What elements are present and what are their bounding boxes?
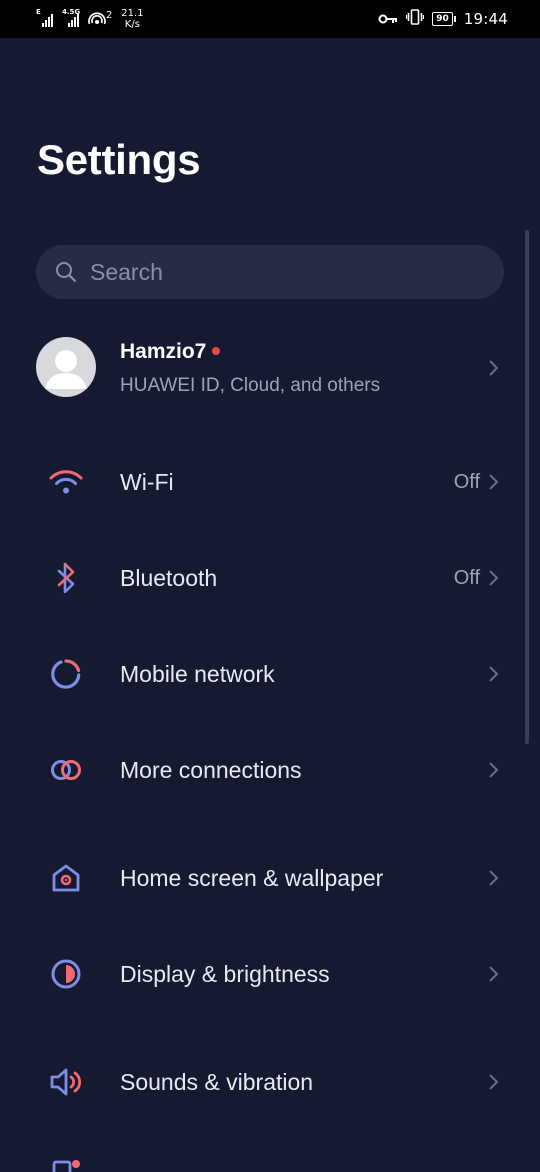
chevron-right-icon (489, 1074, 499, 1090)
bluetooth-icon (48, 562, 84, 594)
sound-icon (48, 1066, 84, 1098)
chevron-right-icon (489, 474, 499, 490)
wifi-icon (48, 466, 84, 498)
mobile-network-label: Mobile network (120, 661, 275, 687)
account-row[interactable]: Hamzio7 HUAWEI ID, Cloud, and others (36, 332, 504, 402)
search-bar[interactable]: Search (36, 245, 504, 299)
chevron-right-icon (489, 570, 499, 586)
home-screen-icon (48, 862, 84, 894)
settings-item-bluetooth[interactable]: Bluetooth Off (0, 548, 540, 608)
settings-item-home-screen[interactable]: Home screen & wallpaper (0, 848, 540, 908)
wifi-label: Wi-Fi (120, 469, 174, 495)
search-placeholder: Search (90, 258, 163, 285)
home-screen-label: Home screen & wallpaper (120, 865, 384, 891)
notifications-label: Notifications (120, 1160, 245, 1170)
scrollbar[interactable] (525, 230, 529, 744)
chevron-right-icon (489, 360, 499, 376)
user-placeholder-icon (45, 350, 87, 389)
notification-dot (212, 347, 221, 355)
vpn-key-icon (378, 10, 398, 29)
display-label: Display & brightness (120, 961, 330, 987)
hotspot-count: 2 (106, 10, 113, 21)
chevron-right-icon (489, 762, 499, 778)
settings-item-wifi[interactable]: Wi-Fi Off (0, 452, 540, 512)
settings-item-more-connections[interactable]: More connections (0, 740, 540, 800)
speed-value: 21.1 (121, 8, 144, 19)
network-speed: 21.1 K/s (118, 8, 146, 30)
chevron-right-icon (489, 666, 499, 682)
search-icon (54, 260, 78, 284)
account-name: Hamzio7 (120, 340, 207, 363)
vibrate-icon (406, 8, 425, 30)
chevron-right-icon (489, 966, 499, 982)
wifi-status: Off (453, 471, 480, 493)
signal-icon: E (36, 9, 56, 29)
account-subtitle: HUAWEI ID, Cloud, and others (120, 375, 381, 396)
more-connections-label: More connections (120, 757, 302, 783)
settings-item-mobile-network[interactable]: Mobile network (0, 644, 540, 704)
bluetooth-label: Bluetooth (120, 565, 218, 591)
signal-icon: 4.5G (62, 9, 82, 29)
network-type-label: E (36, 8, 41, 16)
mobile-network-icon (48, 658, 84, 690)
hotspot-icon: 2 (88, 11, 112, 27)
account-name-line: Hamzio7 (120, 340, 221, 364)
avatar (36, 337, 96, 397)
sounds-label: Sounds & vibration (120, 1069, 314, 1095)
settings-item-sounds[interactable]: Sounds & vibration (0, 1052, 540, 1112)
clock: 19:44 (463, 10, 508, 28)
more-connections-icon (48, 754, 84, 786)
speed-unit: K/s (124, 19, 140, 30)
battery-level: 90 (432, 12, 453, 26)
settings-item-display[interactable]: Display & brightness (0, 944, 540, 1004)
status-bar: E 4.5G 2 21.1 K/s 90 19:44 (0, 0, 540, 38)
chevron-right-icon (489, 870, 499, 886)
display-brightness-icon (48, 958, 84, 990)
battery-icon: 90 (432, 12, 456, 26)
page-title: Settings (37, 136, 201, 183)
bluetooth-status: Off (453, 567, 480, 589)
